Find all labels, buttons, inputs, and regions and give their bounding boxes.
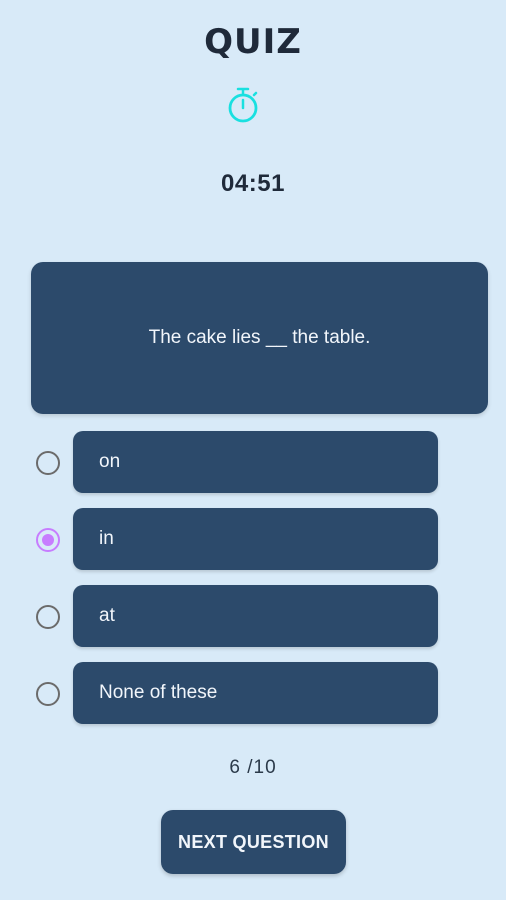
option-label: in — [99, 528, 114, 549]
stopwatch-icon — [225, 86, 261, 126]
option-row-none[interactable]: None of these — [0, 662, 506, 724]
option-row-at[interactable]: at — [0, 585, 506, 647]
page-title: QUIZ — [204, 22, 302, 62]
option-button[interactable]: in — [73, 508, 438, 570]
option-label: at — [99, 605, 115, 626]
radio-button[interactable] — [36, 451, 60, 475]
question-text: The cake lies __ the table. — [148, 327, 371, 348]
option-row-in[interactable]: in — [0, 508, 506, 570]
radio-button[interactable] — [36, 682, 60, 706]
option-label: on — [99, 451, 121, 472]
progress-total: /10 — [247, 757, 277, 778]
progress-current: 6 — [229, 757, 241, 778]
radio-button[interactable] — [36, 605, 60, 629]
option-button[interactable]: on — [73, 431, 438, 493]
next-question-button[interactable]: NEXT QUESTION — [161, 810, 346, 874]
option-row-on[interactable]: on — [0, 431, 506, 493]
question-card: The cake lies __ the table. — [31, 262, 488, 414]
radio-button-selected[interactable] — [36, 528, 60, 552]
countdown-timer: 04:51 — [221, 170, 285, 197]
option-button[interactable]: at — [73, 585, 438, 647]
option-button[interactable]: None of these — [73, 662, 438, 724]
option-label: None of these — [99, 682, 218, 703]
question-progress: 6 /10 — [0, 757, 506, 779]
